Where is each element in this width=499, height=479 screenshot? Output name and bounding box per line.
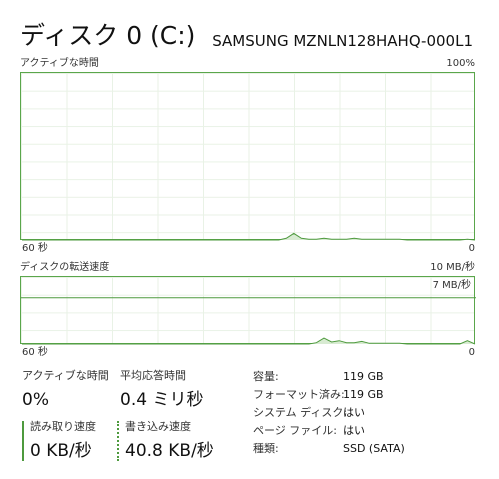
active-time-chart [20,72,476,241]
active-time-max-label: 100% [446,58,475,69]
transfer-rate-line-label: 7 MB/秒 [432,280,471,291]
active-time-time-left: 60 秒 [22,243,48,254]
transfer-rate-time-right: 0 [468,347,475,358]
prop-type-value: SSD (SATA) [343,442,405,455]
read-speed-indicator [22,421,24,461]
active-time-stat-label: アクティブな時間 [22,369,109,382]
avg-response-stat-value: 0.4 ミリ秒 [120,390,204,410]
active-time-time-right: 0 [468,243,475,254]
avg-response-stat-label: 平均応答時間 [120,369,186,382]
prop-capacity-label: 容量: [253,370,279,383]
transfer-rate-series-0-line [22,337,476,345]
active-time-stat-value: 0% [22,390,49,410]
write-speed-indicator [117,421,119,461]
transfer-rate-chart [20,276,476,345]
transfer-rate-series-0-area [22,338,475,344]
read-speed-stat-label: 読み取り速度 [30,420,96,433]
transfer-rate-time-left: 60 秒 [22,347,48,358]
active-time-graph [22,232,476,241]
prop-system-disk-value: はい [343,406,365,419]
prop-system-disk-label: システム ディスク: [253,406,348,419]
read-speed-stat-value: 0 KB/秒 [30,441,92,461]
prop-formatted-value: 119 GB [343,388,384,401]
disk-model: SAMSUNG MZNLN128HAHQ-000L1 [212,32,473,50]
active-time-series-line [22,232,476,241]
write-speed-stat-label: 書き込み速度 [125,420,191,433]
prop-page-file-label: ページ ファイル: [253,424,337,437]
write-speed-stat-value: 40.8 KB/秒 [125,441,214,461]
active-time-chart-label: アクティブな時間 [20,58,99,69]
prop-capacity-value: 119 GB [343,370,384,383]
disk-title: ディスク 0 (C:) [20,21,196,50]
active-time-series-area [22,233,475,240]
prop-formatted-label: フォーマット済み: [253,388,345,401]
prop-type-label: 種類: [253,442,279,455]
transfer-rate-graph [21,297,476,345]
transfer-rate-chart-label: ディスクの転送速度 [20,262,110,273]
transfer-rate-max-label: 10 MB/秒 [430,262,475,273]
prop-page-file-value: はい [343,424,365,437]
